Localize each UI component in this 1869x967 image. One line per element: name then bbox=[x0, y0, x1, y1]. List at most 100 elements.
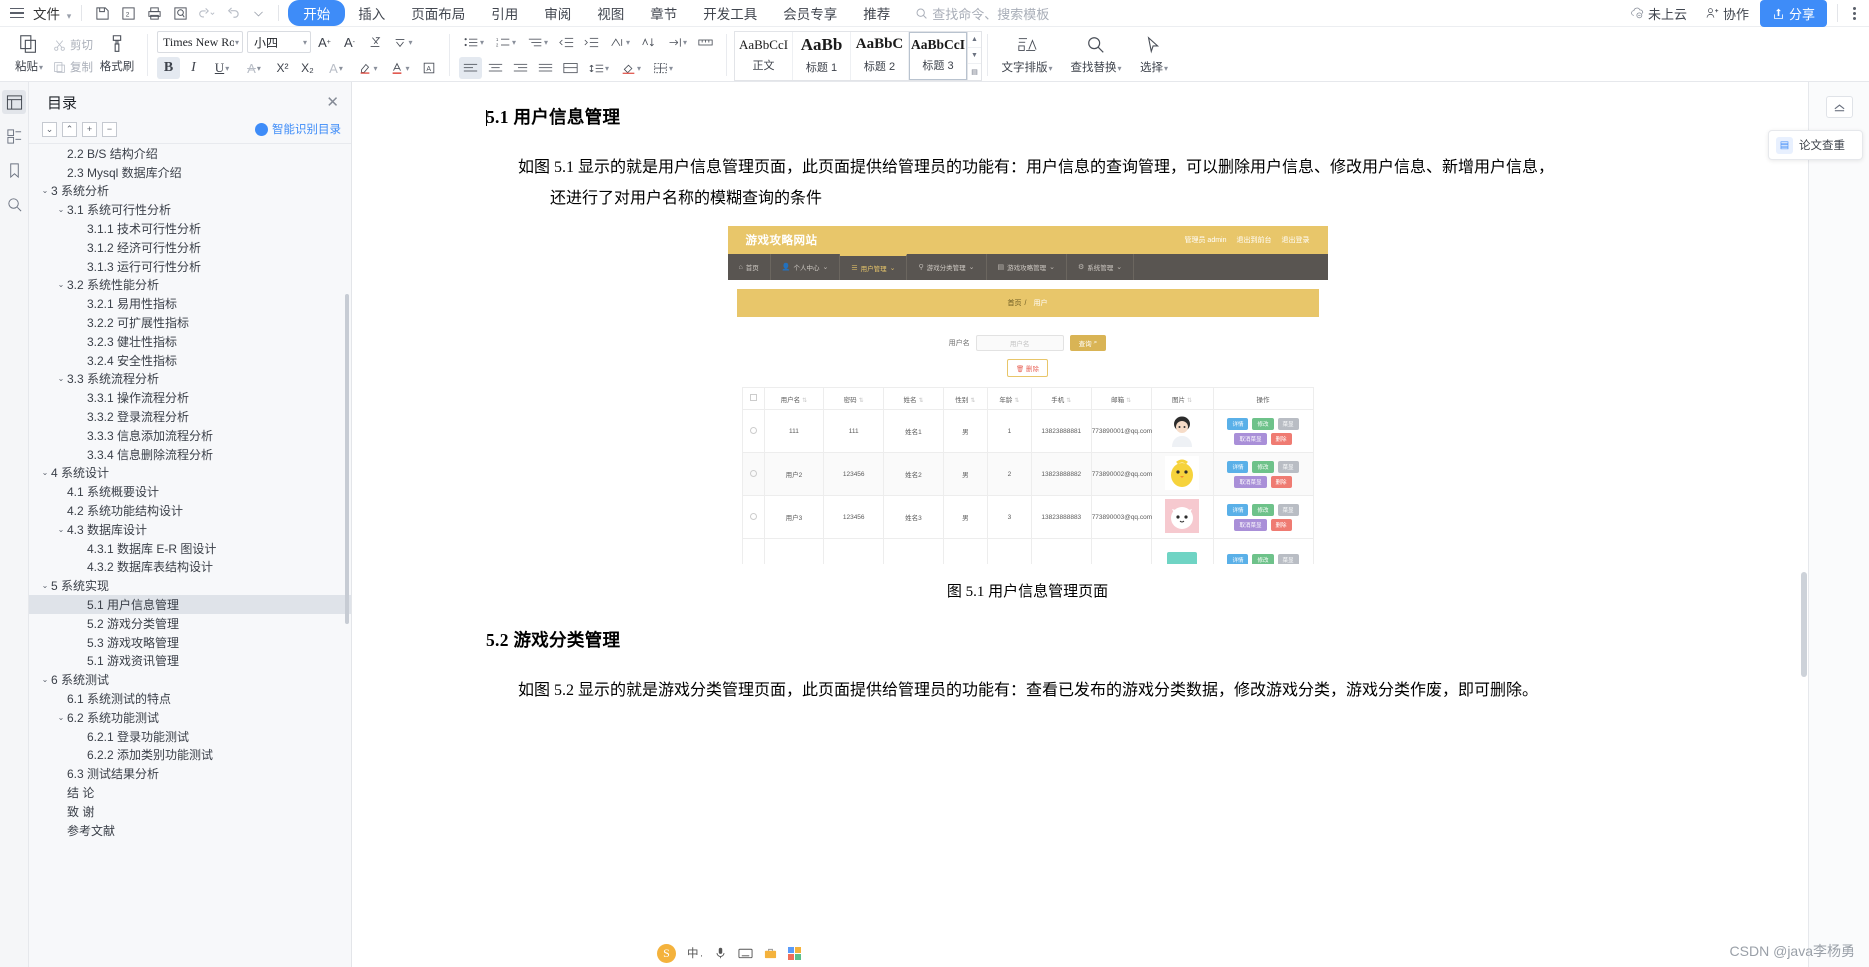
outline-item[interactable]: 2.2 B/S 结构介绍 bbox=[29, 144, 351, 163]
outline-item[interactable]: 2.3 Mysql 数据库介绍 bbox=[29, 163, 351, 182]
chevron-down-icon[interactable]: ⌄ bbox=[55, 280, 67, 289]
decrease-font-size-button[interactable]: A- bbox=[338, 31, 361, 53]
align-center-button[interactable] bbox=[484, 57, 507, 79]
ime-toolbox-icon[interactable] bbox=[764, 947, 777, 960]
row-action-删除[interactable]: 删除 bbox=[1270, 518, 1292, 531]
chevron-down-icon[interactable]: ⌄ bbox=[39, 186, 51, 195]
ime-mode-toggle[interactable]: 中, bbox=[687, 945, 703, 961]
undo-icon[interactable] bbox=[193, 2, 219, 24]
col-gender[interactable]: 性别 ⇅ bbox=[942, 387, 988, 410]
outline-item[interactable]: 3.1.1 技术可行性分析 bbox=[29, 219, 351, 238]
tab-insert[interactable]: 插入 bbox=[345, 0, 398, 26]
outline-item[interactable]: 5.1 游戏资讯管理 bbox=[29, 652, 351, 671]
outline-item[interactable]: ⌄ 4 系统设计 bbox=[29, 464, 351, 483]
close-icon[interactable]: ✕ bbox=[326, 95, 339, 110]
outline-item[interactable]: 3.2.4 安全性指标 bbox=[29, 351, 351, 370]
outline-item[interactable]: 3.3.2 登录流程分析 bbox=[29, 407, 351, 426]
style-normal[interactable]: AaBbCcI 正文 bbox=[735, 31, 793, 80]
print-icon[interactable] bbox=[141, 2, 167, 24]
outline-item[interactable]: ⌄ 3.1 系统可行性分析 bbox=[29, 200, 351, 219]
outline-item[interactable]: 6.1 系统测试的特点 bbox=[29, 689, 351, 708]
justify-button[interactable] bbox=[534, 57, 557, 79]
row-action-修改[interactable]: 修改 bbox=[1252, 417, 1274, 430]
logout-link[interactable]: 退出登录 bbox=[1282, 235, 1310, 245]
outline-item[interactable]: 3.1.2 经济可行性分析 bbox=[29, 238, 351, 257]
row-action-取消菜显[interactable]: 取消菜显 bbox=[1234, 518, 1267, 531]
increase-font-size-button[interactable]: A + bbox=[313, 31, 336, 53]
superscript-button[interactable]: X² bbox=[271, 57, 294, 79]
bulk-delete-button[interactable]: 🗑 删除 bbox=[1006, 359, 1049, 377]
panel-collapse-icon[interactable] bbox=[1825, 96, 1853, 118]
highlight-color-button[interactable]: ▾ bbox=[353, 57, 383, 79]
ime-voice-icon[interactable] bbox=[714, 946, 727, 960]
smart-outline-button[interactable]: 智能识别目录 bbox=[255, 121, 341, 137]
paragraph-layout-button[interactable]: ▾ bbox=[605, 31, 635, 53]
ime-keyboard-icon[interactable] bbox=[738, 947, 753, 959]
outline-item[interactable]: ⌄ 3 系统分析 bbox=[29, 182, 351, 201]
outline-item[interactable]: ⌄ 3.3 系统流程分析 bbox=[29, 370, 351, 389]
rail-search-icon[interactable] bbox=[2, 192, 26, 216]
command-search-box[interactable]: 查找命令、搜索模板 bbox=[915, 4, 1049, 23]
outline-item[interactable]: 结 论 bbox=[29, 783, 351, 802]
app-nav-system-management[interactable]: ⚙ 系统管理 ⌄ bbox=[1067, 254, 1135, 280]
ruler-icon[interactable] bbox=[694, 31, 717, 53]
show-marks-button[interactable]: ▾ bbox=[662, 31, 692, 53]
document-canvas[interactable]: 5.1 用户信息管理 如图 5.1 显示的就是用户信息管理页面，此页面提供给管理… bbox=[352, 82, 1869, 967]
row-checkbox[interactable] bbox=[741, 409, 765, 453]
paste-button[interactable]: 粘贴▾ bbox=[9, 31, 49, 74]
outline-item[interactable]: 3.1.3 运行可行性分析 bbox=[29, 257, 351, 276]
file-menu-button[interactable]: 文件 ▾ bbox=[28, 3, 74, 23]
cut-button[interactable]: 剪切 bbox=[49, 34, 97, 56]
expand-all-icon[interactable]: + bbox=[82, 121, 97, 137]
outline-item[interactable]: 3.2.1 易用性指标 bbox=[29, 294, 351, 313]
chevron-down-icon[interactable]: ⌄ bbox=[55, 525, 67, 534]
col-username[interactable]: 用户名 ⇅ bbox=[763, 387, 825, 410]
text-effects-button[interactable]: A ▾ bbox=[321, 57, 351, 79]
tab-member-exclusive[interactable]: 会员专享 bbox=[770, 0, 850, 26]
collapse-up-icon[interactable]: ⌃ bbox=[62, 121, 77, 137]
col-phone[interactable]: 手机 ⇅ bbox=[1030, 387, 1092, 410]
style-heading-1[interactable]: AaBb 标题 1 bbox=[793, 31, 851, 80]
collapse-all-icon[interactable]: − bbox=[102, 121, 117, 137]
outline-item[interactable]: 4.2 系统功能结构设计 bbox=[29, 501, 351, 520]
col-password[interactable]: 密码 ⇅ bbox=[823, 387, 885, 410]
pinyin-guide-button[interactable]: ▾ bbox=[388, 31, 418, 53]
tab-page-layout[interactable]: 页面布局 bbox=[398, 0, 478, 26]
find-replace-button[interactable]: 查找替换▾ bbox=[1067, 35, 1125, 75]
outline-item[interactable]: 6.3 测试结果分析 bbox=[29, 764, 351, 783]
row-action-删除[interactable]: 删除 bbox=[1270, 432, 1292, 445]
table-row[interactable]: 111 111 姓名1 男 1 13823888881 773890001@qq.com 详情… bbox=[741, 409, 1314, 453]
outline-item[interactable]: 4.3.1 数据库 E-R 图设计 bbox=[29, 539, 351, 558]
table-row[interactable]: 用户3 123456 姓名3 男 3 13823888883 773890003@qq.co… bbox=[741, 495, 1314, 539]
breadcrumb-home[interactable]: 首页 bbox=[1008, 298, 1022, 308]
outline-item[interactable]: 致 谢 bbox=[29, 802, 351, 821]
distribute-button[interactable] bbox=[559, 57, 582, 79]
print-preview-icon[interactable] bbox=[167, 2, 193, 24]
style-heading-3[interactable]: AaBbCcI 标题 3 bbox=[909, 31, 967, 80]
rail-outline-icon[interactable] bbox=[2, 90, 26, 114]
row-action-修改[interactable]: 修改 bbox=[1252, 503, 1274, 516]
row-action-菜显[interactable]: 菜显 bbox=[1277, 460, 1299, 473]
cloud-status-button[interactable]: 未上云 bbox=[1623, 1, 1694, 26]
font-name-select[interactable]: Times New Roma ▾ bbox=[157, 31, 243, 53]
gallery-scroll-up-icon[interactable]: ▲ bbox=[968, 32, 981, 48]
col-name[interactable]: 姓名 ⇅ bbox=[883, 387, 944, 410]
format-painter-button[interactable]: 格式刷 bbox=[97, 31, 137, 74]
chevron-down-icon[interactable]: ⌄ bbox=[55, 374, 67, 383]
col-email[interactable]: 邮箱 ⇅ bbox=[1090, 387, 1152, 410]
outline-item[interactable]: ⌄ 6 系统测试 bbox=[29, 670, 351, 689]
decrease-indent-button[interactable] bbox=[555, 31, 578, 53]
row-action-取消菜显[interactable]: 取消菜显 bbox=[1234, 475, 1267, 488]
font-color-button[interactable]: ▾ bbox=[385, 57, 415, 79]
tab-developer-tools[interactable]: 开发工具 bbox=[690, 0, 770, 26]
row-action-修改[interactable]: 修改 bbox=[1252, 460, 1274, 473]
tab-start[interactable]: 开始 bbox=[288, 0, 346, 26]
table-row[interactable]: 用户2 123456 姓名2 男 2 13823888882 773890002@qq.co… bbox=[741, 452, 1314, 496]
tab-chapter[interactable]: 章节 bbox=[637, 0, 690, 26]
outline-item[interactable]: 参考文献 bbox=[29, 821, 351, 840]
tab-references[interactable]: 引用 bbox=[478, 0, 531, 26]
chevron-down-icon[interactable]: ⌄ bbox=[39, 581, 51, 590]
logout-to-front-link[interactable]: 退出到前台 bbox=[1237, 235, 1272, 245]
align-left-button[interactable] bbox=[459, 57, 482, 79]
outline-item[interactable]: 6.2.1 登录功能测试 bbox=[29, 727, 351, 746]
